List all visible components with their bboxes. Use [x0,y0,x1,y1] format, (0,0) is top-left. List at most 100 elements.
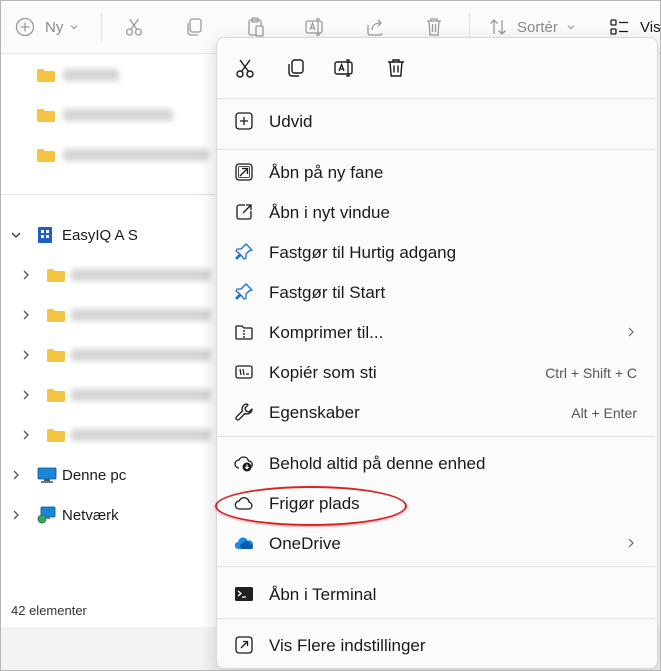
menu-item-label: Behold altid på denne enhed [269,454,486,473]
nav-folder-item[interactable] [1,100,215,130]
copy-button[interactable] [183,15,205,39]
new-button[interactable]: Ny [15,15,79,39]
delete-button[interactable] [423,15,445,39]
menu-item-label: Udvid [269,112,313,131]
scissors-icon [125,18,143,36]
show-more-options-icon [235,636,253,654]
view-label: Vis [640,18,661,36]
menu-item-label: OneDrive [269,534,341,553]
menu-item-pin-start[interactable]: Fastgør til Start [217,273,657,311]
network-icon [37,506,56,524]
copy-icon [187,18,202,36]
nav-folder-item[interactable] [1,380,215,410]
rename-button[interactable] [304,15,326,39]
view-button[interactable]: Vis [609,15,661,39]
nav-folder-item[interactable] [1,300,215,330]
nav-item-label: Netværk [62,507,119,524]
share-button[interactable] [364,15,386,39]
menu-item-shortcut: Alt + Enter [571,405,637,421]
blurred-name [71,429,211,441]
sort-button[interactable]: Sortér [487,15,576,39]
chevron-down-icon [567,25,575,30]
menu-item-open-new-window[interactable]: Åbn i nyt vindue [217,193,657,231]
menu-item-properties[interactable]: Egenskaber Alt + Enter [217,393,657,431]
new-button-label: Ny [45,18,64,36]
trash-icon[interactable] [384,56,408,80]
rename-icon[interactable] [333,56,357,80]
computer-icon [37,467,57,483]
file-explorer-window: Ny Sortér Vis EasyIQ A S Denne pc Netvær… [0,0,661,671]
scissors-icon[interactable] [233,56,257,80]
menu-item-expand[interactable]: Udvid [217,102,657,140]
blurred-name [71,269,211,281]
blurred-name [71,389,211,401]
chevron-down-icon [70,25,78,30]
nav-item-this-pc[interactable]: Denne pc [1,460,215,490]
menu-item-onedrive[interactable]: OneDrive [217,524,657,562]
expand-icon [235,112,253,130]
cloud-download-icon [234,456,253,472]
menu-item-copy-as-path[interactable]: Kopiér som sti Ctrl + Shift + C [217,353,657,391]
nav-folder-item[interactable] [1,60,215,90]
zip-folder-icon [235,325,253,340]
menu-divider [217,436,655,437]
menu-item-compress[interactable]: Komprimer til... [217,313,657,351]
nav-divider [1,194,215,195]
chevron-right-icon [628,538,634,548]
chevron-right-icon[interactable] [10,469,22,481]
chevron-right-icon[interactable] [20,349,32,361]
blurred-name [71,309,211,321]
menu-item-label: Kopiér som sti [269,363,377,382]
blurred-name [63,149,209,161]
pin-icon [235,243,253,260]
chevron-right-icon[interactable] [20,309,32,321]
paste-button[interactable] [245,15,267,39]
chevron-right-icon[interactable] [20,269,32,281]
sort-icon [490,19,506,35]
chevron-right-icon[interactable] [10,509,22,521]
nav-item-network[interactable]: Netværk [1,500,215,530]
cut-button[interactable] [123,15,145,39]
toolbar-divider [101,13,102,41]
plus-circle-icon [15,17,35,37]
clipboard-icon [248,17,264,37]
copy-icon[interactable] [284,56,308,80]
menu-item-label: Fastgør til Hurtig adgang [269,243,457,262]
nav-folder-item[interactable] [1,140,215,170]
chevron-right-icon [628,327,634,337]
menu-item-label: Fastgør til Start [269,283,386,302]
open-new-tab-icon [235,163,253,181]
menu-item-pin-quick-access[interactable]: Fastgør til Hurtig adgang [217,233,657,271]
nav-folder-item[interactable] [1,340,215,370]
building-icon [38,227,52,243]
menu-divider [217,149,655,150]
nav-item-label: EasyIQ A S [62,227,138,244]
nav-item-easyiq[interactable]: EasyIQ A S [1,220,215,250]
nav-folder-item[interactable] [1,260,215,290]
rename-icon [305,18,323,36]
trash-icon [427,18,441,36]
menu-item-open-terminal[interactable]: Åbn i Terminal [217,575,657,613]
menu-item-label: Åbn i nyt vindue [269,203,390,222]
nav-folder-item[interactable] [1,420,215,450]
pin-icon [235,283,253,300]
folder-icon [37,69,55,82]
folder-icon [37,149,55,162]
status-item-count: 42 elementer [11,603,87,618]
nav-item-label: Denne pc [62,467,127,484]
chevron-right-icon[interactable] [20,389,32,401]
menu-item-label: Åbn i Terminal [269,585,377,604]
menu-item-label: Komprimer til... [269,323,384,342]
menu-divider [217,618,655,619]
folder-icon [47,349,65,362]
menu-item-open-new-tab[interactable]: Åbn på ny fane [217,153,657,191]
menu-item-always-keep[interactable]: Behold altid på denne enhed [217,444,657,482]
highlight-annotation [215,486,407,526]
chevron-right-icon[interactable] [20,429,32,441]
chevron-down-icon[interactable] [10,229,22,241]
share-icon [367,19,383,36]
menu-item-label: Vis Flere indstillinger [269,636,426,655]
blurred-name [63,69,119,81]
menu-item-label: Egenskaber [269,403,360,422]
menu-item-show-more-options[interactable]: Vis Flere indstillinger [217,626,657,664]
